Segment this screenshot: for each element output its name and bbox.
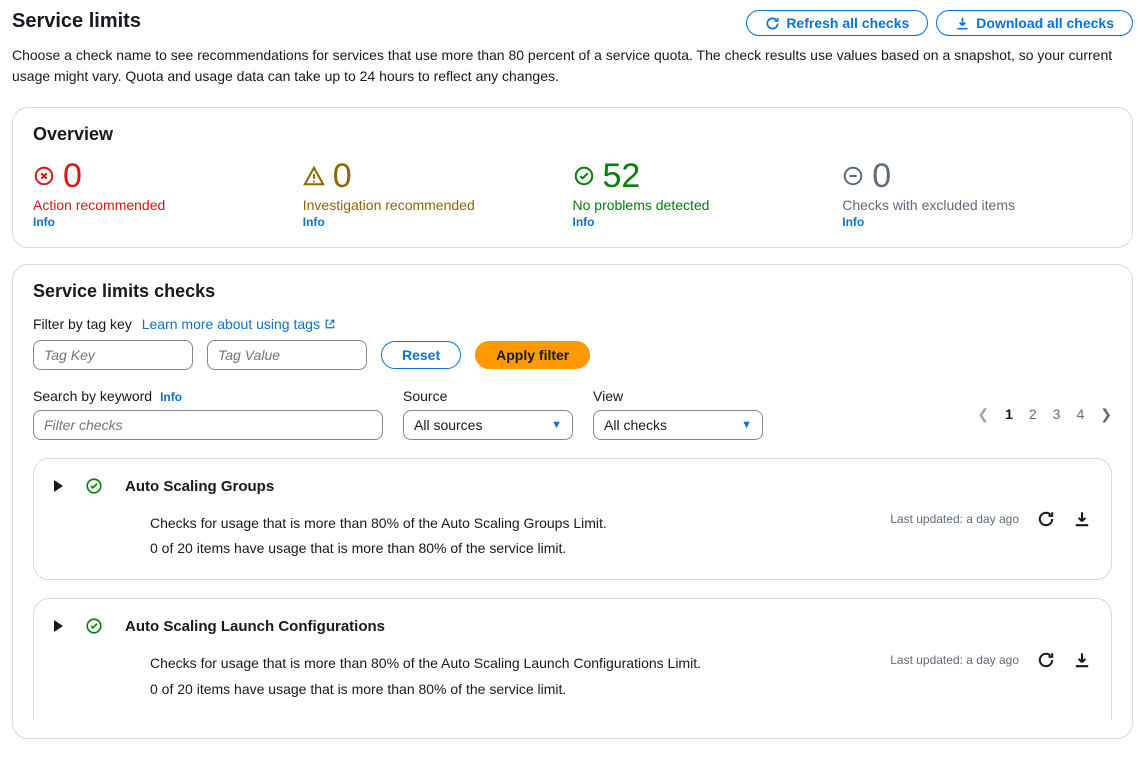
overview-label: No problems detected bbox=[573, 197, 843, 213]
reset-button[interactable]: Reset bbox=[381, 341, 461, 369]
search-info-link[interactable]: Info bbox=[160, 390, 182, 404]
source-label: Source bbox=[403, 388, 573, 404]
error-icon bbox=[33, 165, 55, 187]
source-select[interactable]: All sources ▼ bbox=[403, 410, 573, 440]
page-title: Service limits bbox=[12, 10, 141, 33]
overview-panel: Overview 0 Action recommended Info 0 Inv… bbox=[12, 107, 1133, 248]
refresh-check-button[interactable] bbox=[1037, 651, 1055, 669]
check-summary-line: 0 of 20 items have usage that is more th… bbox=[150, 677, 1091, 702]
overview-label: Action recommended bbox=[33, 197, 303, 213]
ok-icon bbox=[85, 477, 103, 495]
refresh-all-button[interactable]: Refresh all checks bbox=[746, 10, 928, 36]
check-card: Auto Scaling Launch Configurations Check… bbox=[33, 598, 1112, 719]
page-description: Choose a check name to see recommendatio… bbox=[12, 45, 1122, 87]
filter-checks-input[interactable] bbox=[33, 410, 383, 440]
overview-investigation-recommended: 0 Investigation recommended Info bbox=[303, 159, 573, 229]
page-2[interactable]: 2 bbox=[1029, 406, 1037, 422]
tag-value-input[interactable] bbox=[207, 340, 367, 370]
pagination: ❮ 1 2 3 4 ❯ bbox=[977, 406, 1112, 423]
expand-toggle[interactable] bbox=[54, 620, 63, 632]
check-summary-line: 0 of 20 items have usage that is more th… bbox=[150, 536, 1091, 561]
search-label: Search by keyword bbox=[33, 388, 152, 404]
checks-panel-title: Service limits checks bbox=[33, 281, 1112, 302]
page-next[interactable]: ❯ bbox=[1100, 406, 1112, 423]
refresh-icon bbox=[765, 16, 780, 31]
info-link[interactable]: Info bbox=[33, 215, 55, 229]
view-label: View bbox=[593, 388, 763, 404]
overview-label: Checks with excluded items bbox=[842, 197, 1112, 213]
source-value: All sources bbox=[414, 417, 482, 433]
last-updated: Last updated: a day ago bbox=[890, 512, 1019, 526]
download-check-button[interactable] bbox=[1073, 510, 1091, 528]
filter-tag-label: Filter by tag key bbox=[33, 316, 132, 332]
overview-label: Investigation recommended bbox=[303, 197, 573, 213]
page-3[interactable]: 3 bbox=[1053, 406, 1061, 422]
download-all-button[interactable]: Download all checks bbox=[936, 10, 1133, 36]
page-prev[interactable]: ❮ bbox=[977, 406, 989, 423]
refresh-check-button[interactable] bbox=[1037, 510, 1055, 528]
external-link-icon bbox=[324, 318, 336, 330]
download-all-label: Download all checks bbox=[976, 15, 1114, 31]
ok-icon bbox=[85, 617, 103, 635]
overview-action-recommended: 0 Action recommended Info bbox=[33, 159, 303, 229]
ok-icon bbox=[573, 165, 595, 187]
check-title: Auto Scaling Launch Configurations bbox=[125, 618, 385, 635]
refresh-all-label: Refresh all checks bbox=[786, 15, 909, 31]
expand-toggle[interactable] bbox=[54, 480, 63, 492]
overview-count: 0 bbox=[872, 159, 891, 193]
overview-title: Overview bbox=[33, 124, 1112, 145]
page-4[interactable]: 4 bbox=[1076, 406, 1084, 422]
warning-icon bbox=[303, 165, 325, 187]
overview-count: 0 bbox=[63, 159, 82, 193]
overview-count: 0 bbox=[333, 159, 352, 193]
check-title: Auto Scaling Groups bbox=[125, 478, 274, 495]
tag-key-input[interactable] bbox=[33, 340, 193, 370]
download-check-button[interactable] bbox=[1073, 651, 1091, 669]
info-link[interactable]: Info bbox=[842, 215, 864, 229]
minus-icon bbox=[842, 165, 864, 187]
overview-count: 52 bbox=[603, 159, 641, 193]
learn-tags-text: Learn more about using tags bbox=[142, 316, 320, 332]
page-1[interactable]: 1 bbox=[1005, 406, 1013, 422]
info-link[interactable]: Info bbox=[303, 215, 325, 229]
chevron-down-icon: ▼ bbox=[551, 419, 562, 431]
apply-filter-button[interactable]: Apply filter bbox=[475, 341, 590, 369]
view-value: All checks bbox=[604, 417, 667, 433]
download-icon bbox=[955, 16, 970, 31]
info-link[interactable]: Info bbox=[573, 215, 595, 229]
last-updated: Last updated: a day ago bbox=[890, 653, 1019, 667]
chevron-down-icon: ▼ bbox=[741, 419, 752, 431]
learn-tags-link[interactable]: Learn more about using tags bbox=[142, 316, 336, 332]
overview-excluded-items: 0 Checks with excluded items Info bbox=[842, 159, 1112, 229]
view-select[interactable]: All checks ▼ bbox=[593, 410, 763, 440]
checks-panel: Service limits checks Filter by tag key … bbox=[12, 264, 1133, 739]
overview-no-problems: 52 No problems detected Info bbox=[573, 159, 843, 229]
check-card: Auto Scaling Groups Checks for usage tha… bbox=[33, 458, 1112, 580]
